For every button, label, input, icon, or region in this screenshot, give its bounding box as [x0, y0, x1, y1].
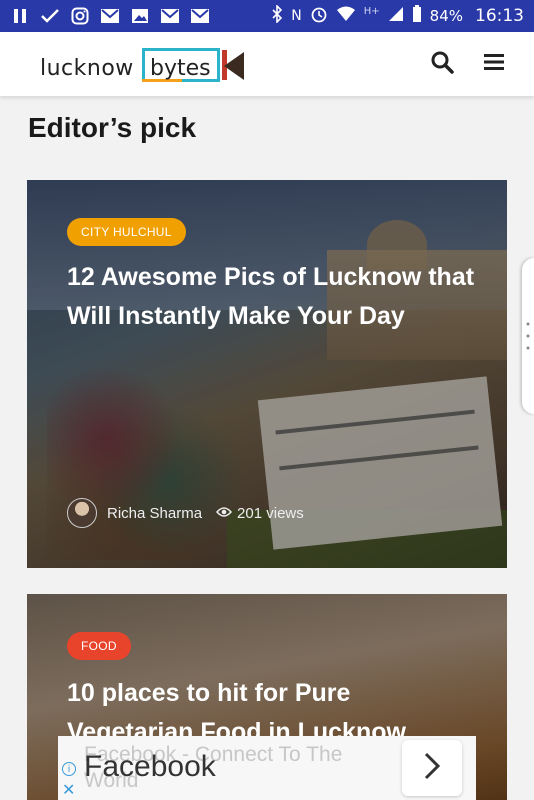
eye-icon: [216, 505, 233, 522]
bluetooth-icon: [271, 4, 283, 27]
gmail-icon: [100, 7, 120, 25]
search-button[interactable]: [428, 50, 456, 78]
logo-flag: [224, 52, 244, 80]
check-icon: [40, 7, 60, 25]
section-title: Editor’s pick: [28, 112, 197, 143]
instagram-icon: [70, 7, 90, 25]
category-badge[interactable]: CITY HULCHUL: [67, 218, 186, 246]
nfc-icon: N: [291, 8, 302, 24]
menu-button[interactable]: [480, 50, 508, 78]
battery-percent: 84%: [429, 7, 463, 25]
clock: 16:13: [475, 6, 524, 26]
ad-banner[interactable]: i ✕ Facebook - Connect To The World Face…: [58, 736, 476, 800]
ad-open-button[interactable]: [402, 740, 462, 796]
alarm-icon: [310, 5, 328, 27]
app-header: lucknow bytes: [0, 32, 534, 96]
image-icon: [130, 7, 150, 25]
ad-brand: Facebook: [84, 750, 216, 783]
author-avatar[interactable]: [67, 498, 97, 528]
battery-icon: [412, 5, 422, 27]
logo-word-bytes: bytes: [150, 56, 211, 81]
article-card[interactable]: CITY HULCHUL 12 Awesome Pics of Lucknow …: [27, 180, 507, 568]
edge-panel-handle[interactable]: [522, 258, 534, 414]
gmail-icon: [160, 7, 180, 25]
status-bar: N H+ 84% 16:13: [0, 0, 534, 32]
hamburger-menu-icon: [483, 52, 505, 77]
signal-icon: [388, 6, 404, 26]
search-icon: [430, 50, 454, 79]
chevron-right-icon: [423, 751, 441, 786]
view-count: 201 views: [216, 505, 304, 522]
logo-word-lucknow: lucknow: [40, 56, 134, 81]
author-name[interactable]: Richa Sharma: [107, 505, 202, 522]
article-title[interactable]: 12 Awesome Pics of Lucknow that Will Ins…: [67, 258, 477, 336]
article-meta: Richa Sharma 201 views: [67, 498, 304, 528]
gmail-icon: [190, 7, 210, 25]
pause-icon: [10, 7, 30, 25]
ad-info-icon[interactable]: i: [62, 762, 76, 776]
site-logo[interactable]: lucknow bytes: [38, 40, 248, 88]
category-badge[interactable]: FOOD: [67, 632, 131, 660]
ad-close-icon[interactable]: ✕: [62, 780, 75, 800]
network-type: H+: [363, 5, 380, 17]
wifi-icon: [336, 6, 356, 26]
view-count-label: 201 views: [237, 504, 304, 522]
